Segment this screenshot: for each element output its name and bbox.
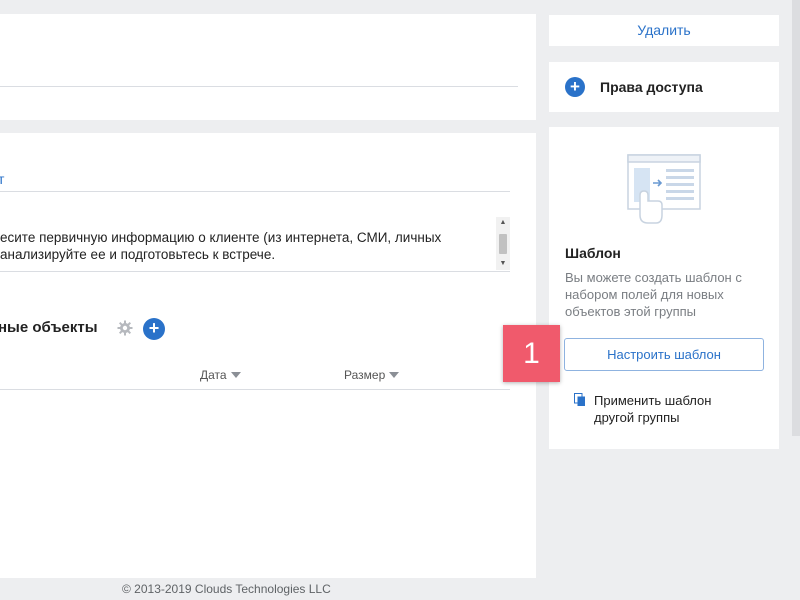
apply-link-line: другой группы (594, 410, 680, 425)
column-label: Дата (200, 368, 227, 382)
template-illustration-icon (627, 154, 701, 224)
gear-icon[interactable] (117, 320, 133, 336)
sort-down-icon (389, 371, 400, 378)
description-textarea[interactable]: есите первичную информацию о клиенте (из… (0, 217, 510, 272)
page-scrollbar[interactable] (792, 0, 800, 436)
template-title: Шаблон (565, 245, 621, 261)
apply-link-line: Применить шаблон (594, 393, 712, 408)
access-rights-label: Права доступа (600, 79, 703, 95)
column-label: Размер (344, 368, 386, 382)
column-header-size[interactable]: Размер (344, 368, 400, 382)
scroll-down-arrow-icon[interactable]: ▼ (496, 258, 510, 270)
field-link[interactable]: т (0, 171, 4, 187)
delete-label: Удалить (637, 22, 691, 38)
apply-other-template-link[interactable]: Применить шаблон другой группы (594, 392, 754, 426)
access-rights-button[interactable]: + Права доступа (549, 62, 779, 112)
description-text: есите первичную информацию о клиенте (из… (0, 229, 480, 263)
footer-copyright: © 2013-2019 Clouds Technologies LLC (122, 582, 331, 596)
copy-icon (574, 393, 585, 406)
top-card (0, 14, 536, 120)
annotation-badge: 1 (503, 325, 560, 382)
divider (0, 86, 518, 87)
template-card: Шаблон Вы можете создать шаблон с наборо… (549, 127, 779, 449)
add-object-button[interactable]: + (143, 318, 165, 340)
description-line: анализируйте ее и подготовьтесь к встреч… (0, 247, 276, 262)
description-line: есите первичную информацию о клиенте (из… (0, 230, 442, 245)
main-card: т есите первичную информацию о клиенте (… (0, 133, 536, 578)
scroll-up-arrow-icon[interactable]: ▲ (496, 217, 510, 229)
template-description: Вы можете создать шаблон с набором полей… (565, 270, 742, 319)
column-header-date[interactable]: Дата (200, 368, 241, 382)
configure-template-button[interactable]: Настроить шаблон (564, 338, 764, 371)
divider (0, 389, 510, 390)
textarea-scrollbar[interactable]: ▲ ▼ (496, 217, 510, 270)
sort-down-icon (230, 371, 241, 378)
divider (0, 191, 510, 192)
delete-button[interactable]: Удалить (549, 15, 779, 46)
plus-icon: + (565, 77, 585, 97)
scroll-thumb[interactable] (499, 234, 507, 254)
objects-section-title: ные объекты (0, 319, 98, 336)
